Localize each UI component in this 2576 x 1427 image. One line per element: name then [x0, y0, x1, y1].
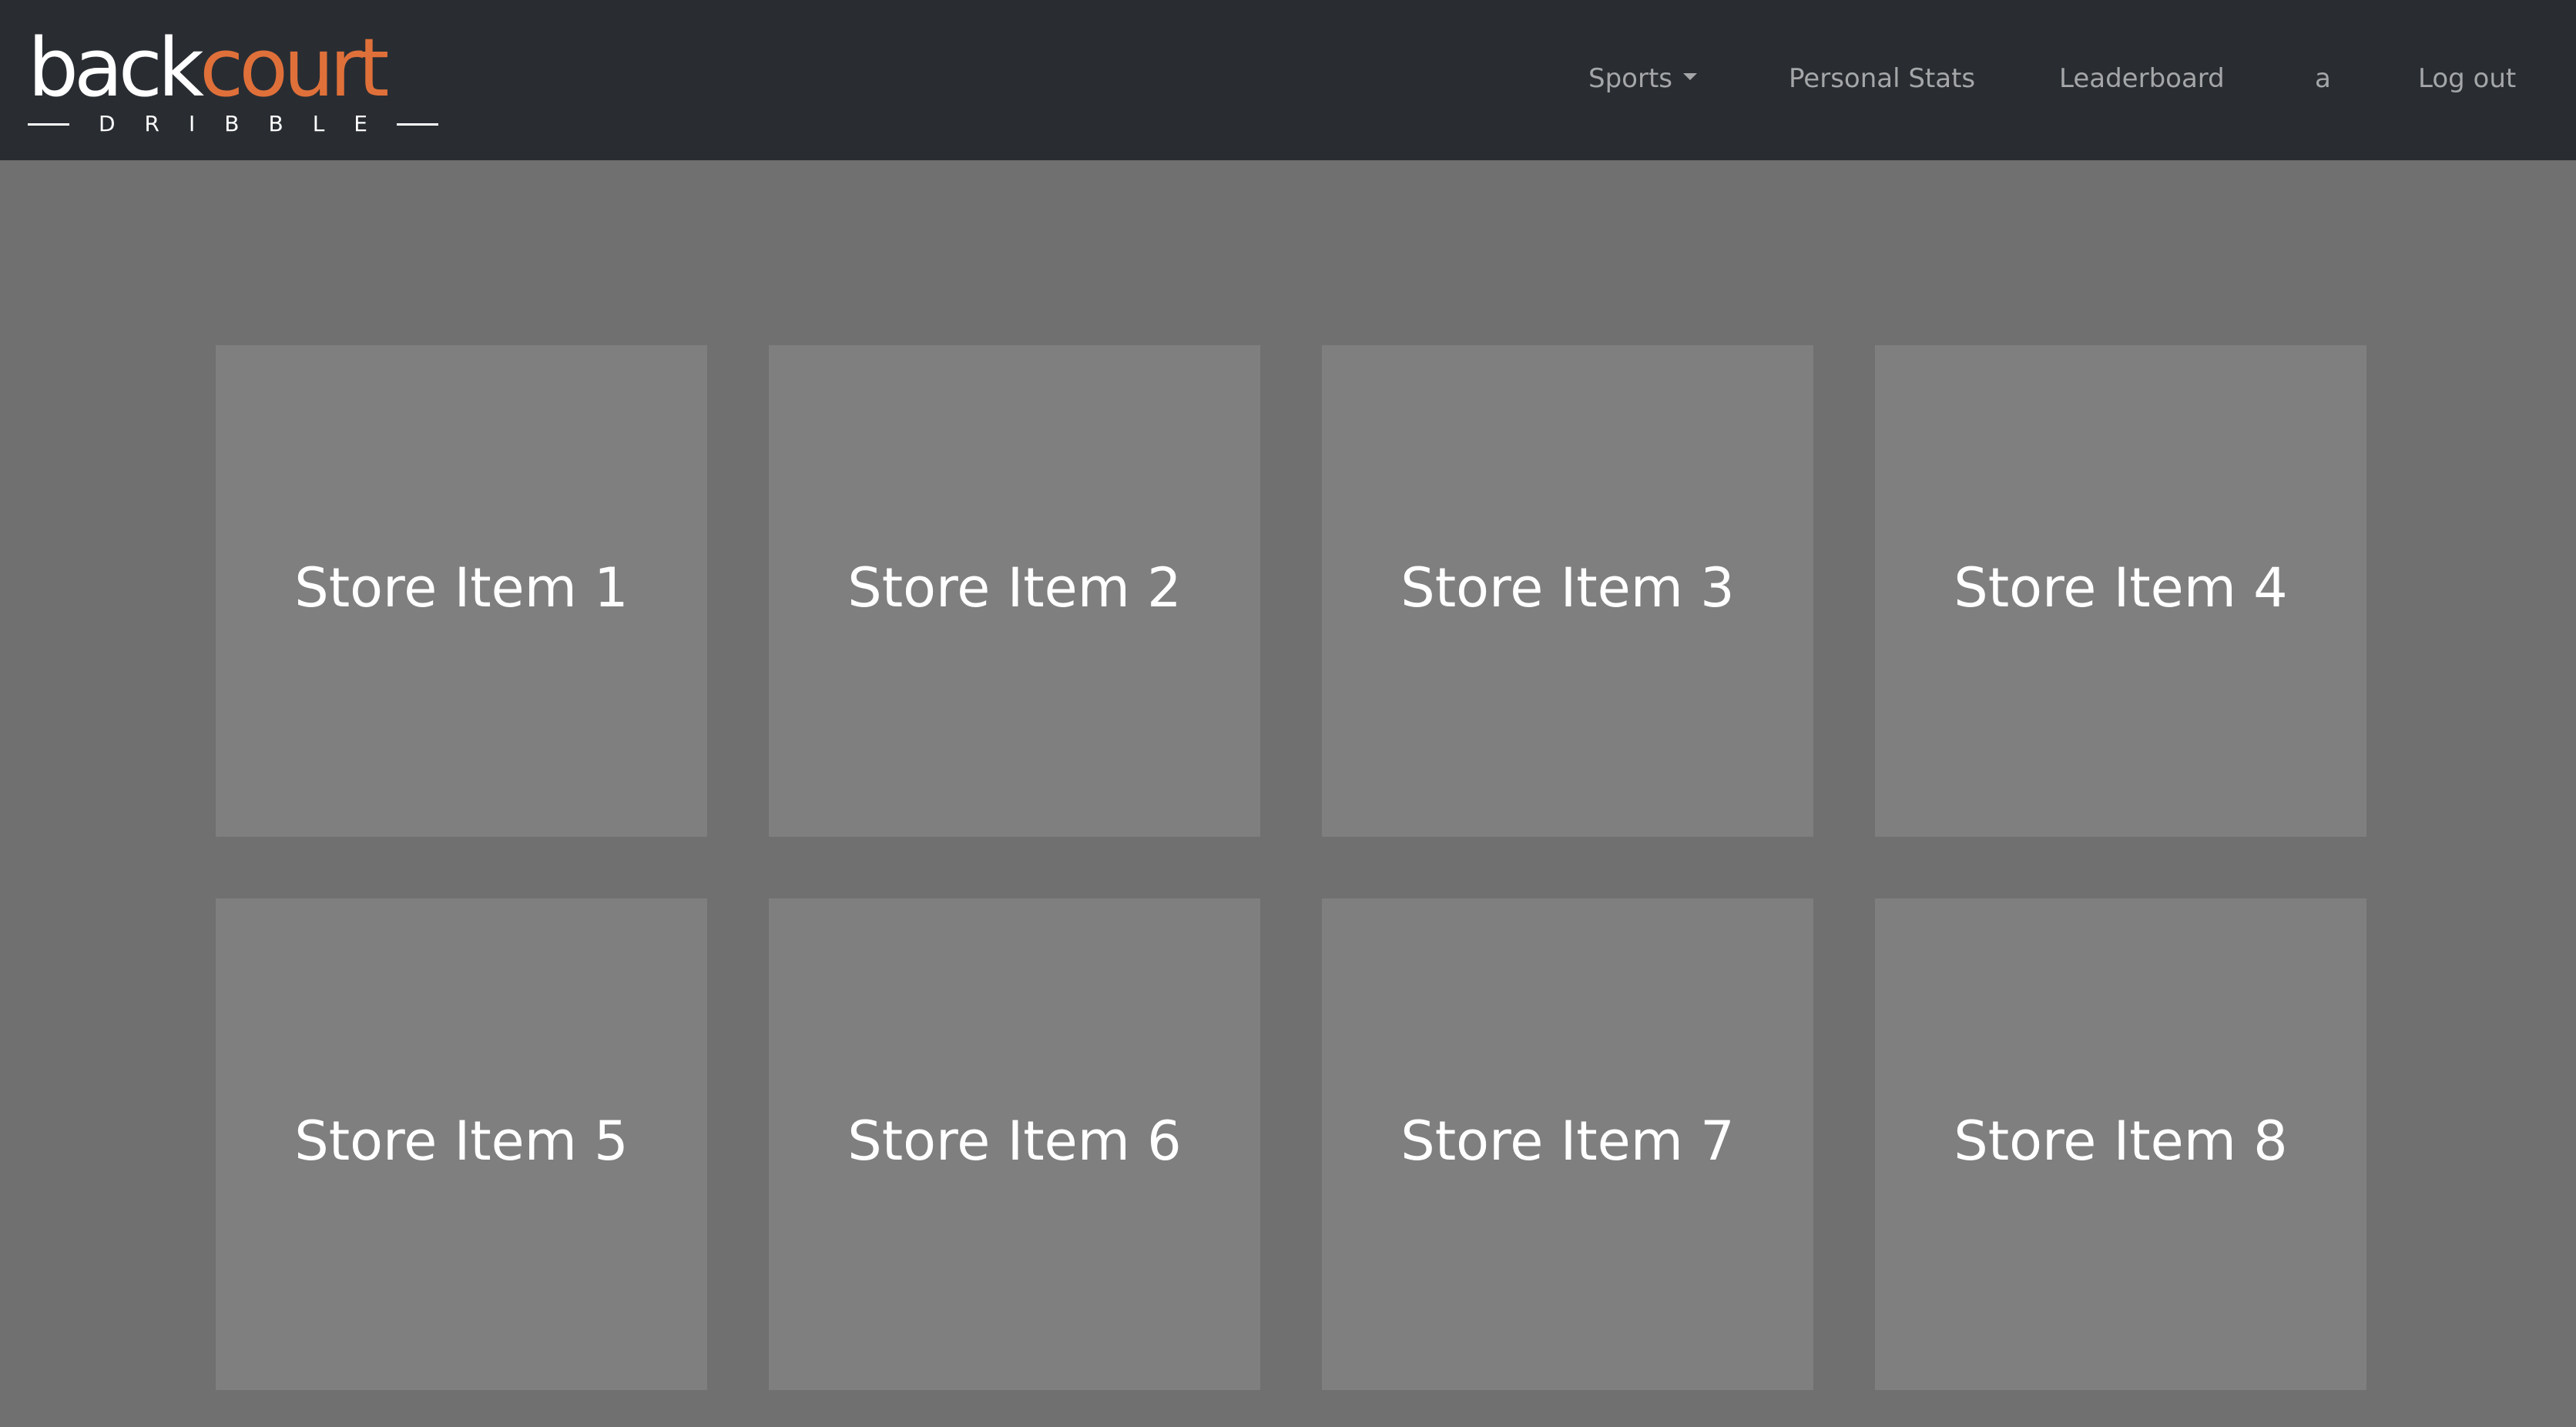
store-item-label: Store Item 4	[1954, 556, 2288, 619]
logo-word-back: back	[28, 21, 204, 115]
nav-sports-dropdown[interactable]: Sports	[1588, 60, 1697, 97]
nav-user[interactable]: a	[2315, 60, 2331, 97]
logo-tagline-rule-left	[28, 123, 69, 126]
store-item-label: Store Item 7	[1400, 1110, 1735, 1173]
store-item-tile[interactable]: Store Item 3	[1322, 345, 1813, 837]
nav-logout[interactable]: Log out	[2418, 60, 2516, 97]
store-item-label: Store Item 6	[847, 1110, 1182, 1173]
chevron-down-icon	[1683, 73, 1697, 80]
logo-wordmark: backcourt	[28, 28, 389, 108]
store-item-tile[interactable]: Store Item 1	[216, 345, 707, 837]
store-item-tile[interactable]: Store Item 2	[769, 345, 1260, 837]
nav-personal-stats[interactable]: Personal Stats	[1789, 60, 1975, 97]
store-item-tile[interactable]: Store Item 4	[1875, 345, 2366, 837]
logo-tagline: DRIBBLE	[99, 111, 397, 136]
logo-tagline-rule-right	[396, 123, 438, 126]
store-item-label: Store Item 1	[294, 556, 629, 619]
store-item-tile[interactable]: Store Item 6	[769, 898, 1260, 1390]
store-item-label: Store Item 2	[847, 556, 1182, 619]
store-item-tile[interactable]: Store Item 7	[1322, 898, 1813, 1390]
store-item-tile[interactable]: Store Item 5	[216, 898, 707, 1390]
top-navbar: backcourt DRIBBLE Sports Personal Stats …	[0, 0, 2576, 160]
store-item-label: Store Item 8	[1954, 1110, 2288, 1173]
logo-word-court: court	[200, 21, 389, 115]
backcourt-logo[interactable]: backcourt DRIBBLE	[28, 28, 438, 137]
store-item-label: Store Item 3	[1400, 556, 1735, 619]
logo-tagline-row: DRIBBLE	[28, 111, 438, 137]
store-item-label: Store Item 5	[294, 1110, 629, 1173]
nav-sports-label: Sports	[1588, 63, 1672, 94]
store-item-tile[interactable]: Store Item 8	[1875, 898, 2366, 1390]
nav-leaderboard[interactable]: Leaderboard	[2059, 60, 2225, 97]
